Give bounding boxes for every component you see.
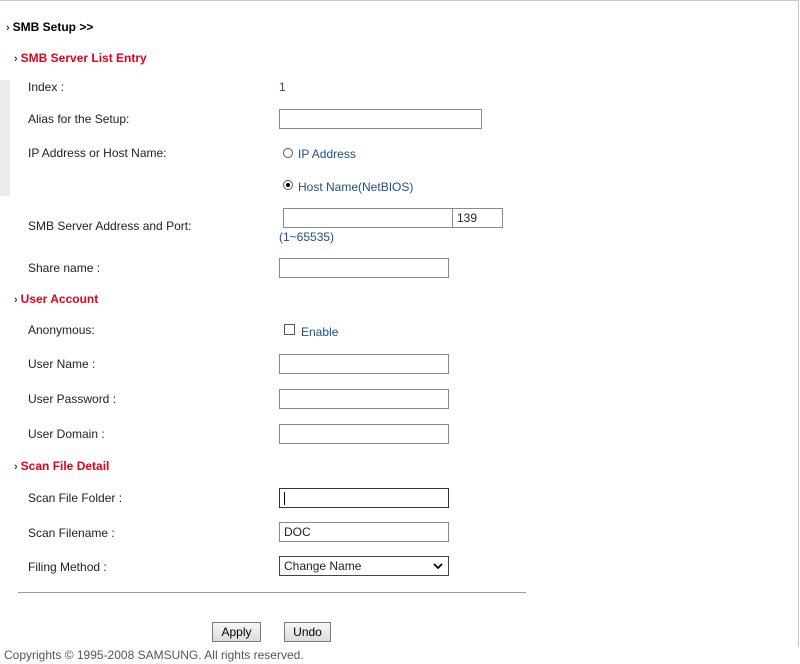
section-user-label: User Account — [20, 292, 99, 306]
chevron-right-icon: › — [14, 461, 18, 473]
smb-address-input[interactable] — [283, 208, 453, 228]
section-server-label: SMB Server List Entry — [20, 51, 147, 65]
chevron-right-icon: › — [14, 294, 18, 306]
filing-method-value: Change Name — [284, 559, 362, 573]
index-label: Index : — [28, 80, 65, 94]
page-title-text: SMB Setup >> — [12, 20, 94, 34]
user-name-label: User Name : — [28, 357, 96, 371]
alias-input[interactable] — [279, 109, 482, 129]
ip-host-label: IP Address or Host Name: — [28, 146, 167, 160]
ip-address-radio[interactable] — [283, 148, 293, 158]
chevron-right-icon: › — [6, 22, 10, 34]
section-user-account: › User Account — [14, 292, 98, 306]
ip-address-option-label: IP Address — [298, 147, 356, 161]
smb-address-port-label: SMB Server Address and Port: — [28, 219, 192, 233]
user-password-input[interactable] — [279, 389, 449, 409]
filing-method-label: Filing Method : — [28, 560, 107, 574]
user-domain-input[interactable] — [279, 424, 449, 444]
enable-checkbox[interactable] — [284, 324, 295, 335]
host-name-option-label: Host Name(NetBIOS) — [298, 180, 414, 194]
index-value: 1 — [279, 80, 286, 94]
smb-setup-panel — [0, 0, 799, 647]
anonymous-label: Anonymous: — [28, 323, 95, 337]
share-name-input[interactable] — [279, 258, 449, 278]
section-scan-label: Scan File Detail — [20, 459, 110, 473]
port-input[interactable]: 139 — [452, 208, 503, 228]
divider — [18, 592, 526, 593]
copyright-footer: Copyrights © 1995-2008 SAMSUNG. All righ… — [4, 648, 304, 662]
filing-method-select[interactable]: Change Name — [279, 556, 449, 576]
scan-filename-input[interactable]: DOC — [279, 522, 449, 542]
alias-label: Alias for the Setup: — [28, 112, 130, 126]
user-name-input[interactable] — [279, 354, 449, 374]
scan-filename-label: Scan Filename : — [28, 526, 115, 540]
apply-button[interactable]: Apply — [212, 622, 261, 642]
section-server-list: › SMB Server List Entry — [14, 51, 147, 65]
user-domain-label: User Domain : — [28, 427, 105, 441]
undo-button[interactable]: Undo — [284, 622, 331, 642]
scan-folder-label: Scan File Folder : — [28, 491, 123, 505]
host-name-radio[interactable] — [283, 180, 293, 190]
chevron-right-icon: › — [14, 53, 18, 65]
side-strip — [0, 80, 10, 196]
scan-folder-input[interactable] — [279, 488, 449, 508]
enable-label: Enable — [301, 325, 339, 339]
page-title: › SMB Setup >> — [6, 20, 93, 34]
port-range-hint: (1~65535) — [279, 230, 335, 244]
section-scan-file: › Scan File Detail — [14, 459, 109, 473]
share-name-label: Share name : — [28, 261, 101, 275]
text-caret — [284, 492, 285, 505]
user-password-label: User Password : — [28, 392, 117, 406]
chevron-down-icon — [433, 563, 443, 570]
